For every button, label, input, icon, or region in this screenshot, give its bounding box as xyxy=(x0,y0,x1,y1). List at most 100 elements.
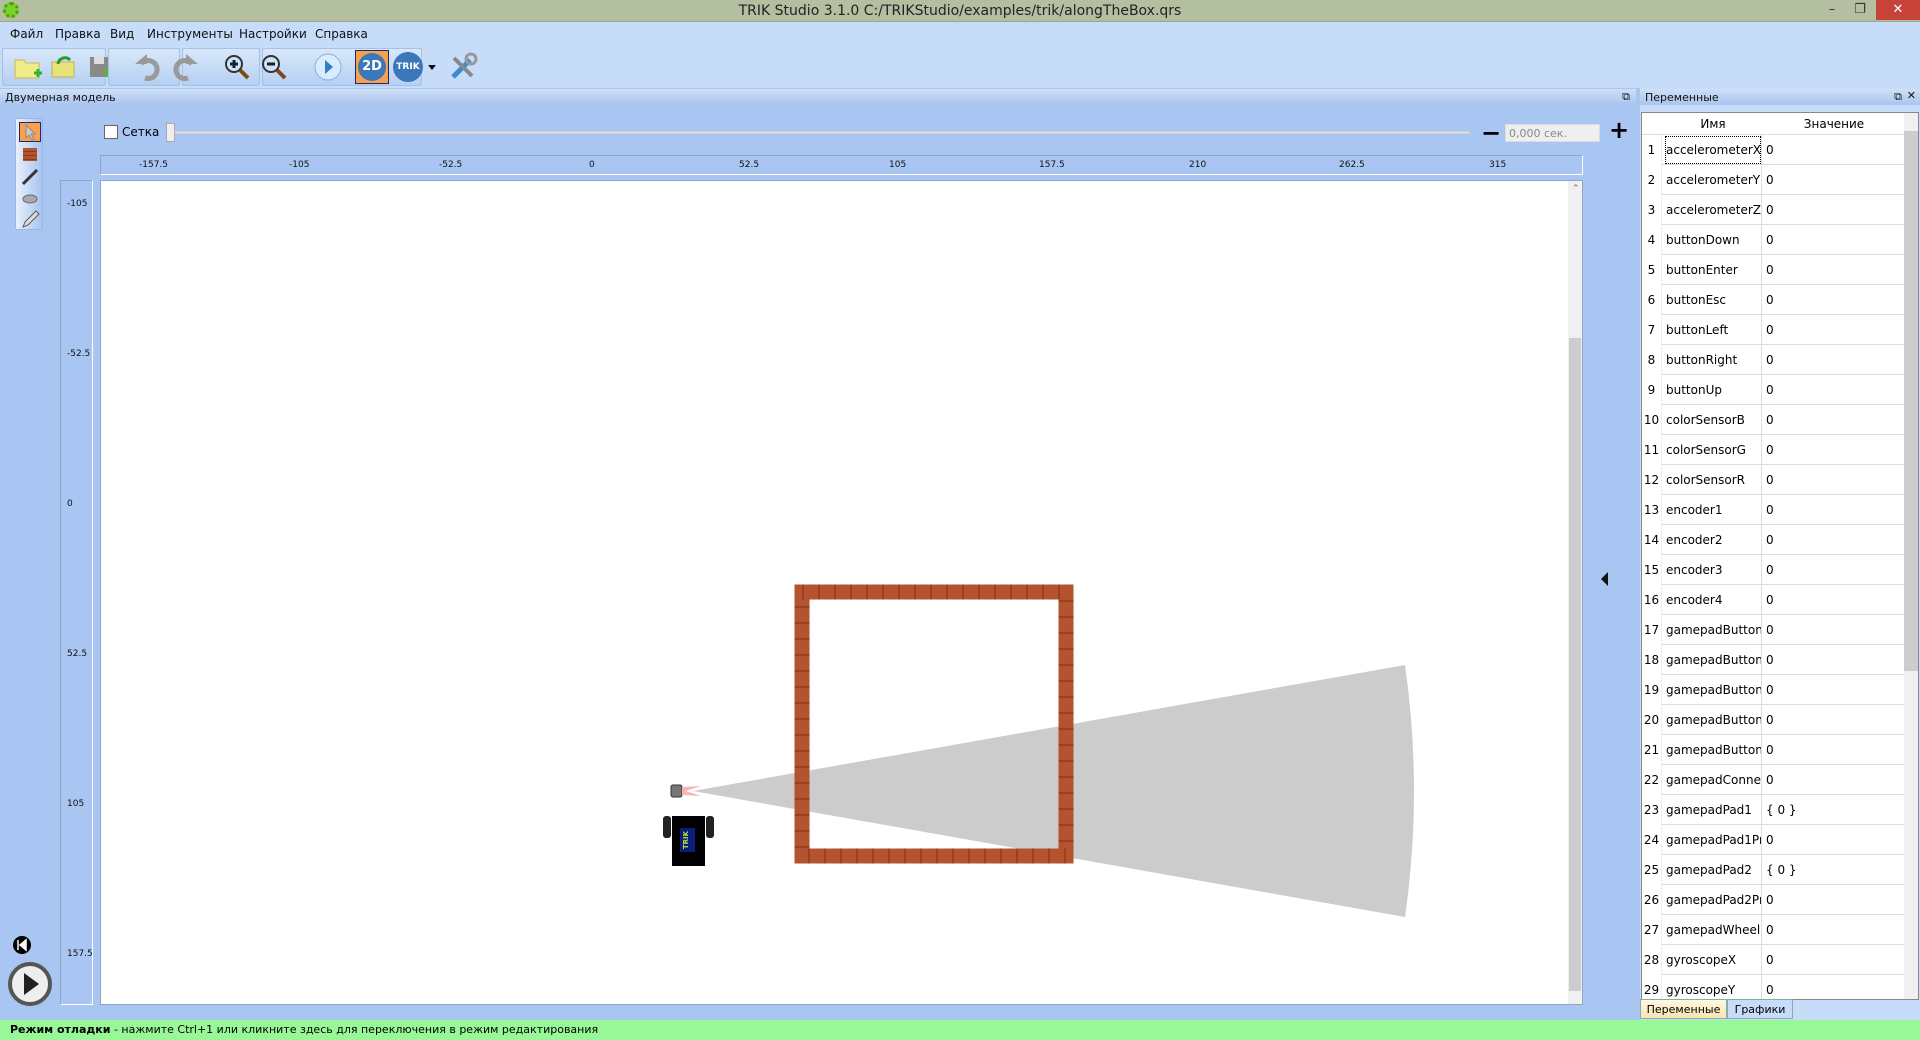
redo-icon[interactable] xyxy=(170,52,200,82)
variable-name[interactable]: gyroscopeY xyxy=(1664,975,1762,999)
variable-row[interactable]: 24gamepadPad1Pressed0 xyxy=(1642,825,1904,855)
variable-row[interactable]: 5 buttonEnter 0 xyxy=(1642,255,1904,285)
column-name-header[interactable]: Имя xyxy=(1664,117,1762,131)
close-panel-icon[interactable]: ✕ xyxy=(1907,89,1916,102)
variable-value[interactable]: 0 xyxy=(1764,435,1774,465)
variable-name[interactable]: gamepadPad2 xyxy=(1664,855,1762,885)
menu-view[interactable]: Вид xyxy=(110,27,134,41)
variable-value[interactable]: 0 xyxy=(1764,165,1774,195)
cursor-tool-icon[interactable] xyxy=(19,122,41,142)
settings-tools-icon[interactable] xyxy=(448,52,478,82)
variable-row[interactable]: 1 accelerometerX 0 xyxy=(1642,135,1904,165)
variable-value[interactable]: 0 xyxy=(1764,945,1774,975)
variable-name[interactable]: gamepadButton3 xyxy=(1664,675,1762,705)
variable-name[interactable]: gamepadPad1Pressed xyxy=(1664,825,1762,855)
play-simulation-icon[interactable] xyxy=(8,962,52,1006)
undo-icon[interactable] xyxy=(133,52,163,82)
variable-row[interactable]: 26gamepadPad2Pressed0 xyxy=(1642,885,1904,915)
variable-name[interactable]: accelerometerZ xyxy=(1664,195,1762,225)
variable-name[interactable]: encoder3 xyxy=(1664,555,1762,585)
variable-row[interactable]: 6 buttonEsc 0 xyxy=(1642,285,1904,315)
variable-name[interactable]: accelerometerY xyxy=(1664,165,1762,195)
time-field[interactable]: 0,000 сек. xyxy=(1505,124,1600,142)
variable-name[interactable]: gamepadConnected xyxy=(1664,765,1762,795)
variable-row[interactable]: 25 gamepadPad2{ 0 } xyxy=(1642,855,1904,885)
zoom-time-minus-button[interactable]: − xyxy=(1481,119,1501,147)
variable-row[interactable]: 20 gamepadButton4 0 xyxy=(1642,705,1904,735)
variable-value[interactable]: 0 xyxy=(1764,255,1774,285)
close-button[interactable]: ✕ xyxy=(1876,0,1920,20)
collapse-panel-arrow-icon[interactable] xyxy=(1601,572,1608,586)
line-tool-icon[interactable] xyxy=(19,167,41,187)
variable-value[interactable]: 0 xyxy=(1764,225,1774,255)
trik-robot[interactable]: TRIK xyxy=(663,816,714,866)
variable-value[interactable]: 0 xyxy=(1764,975,1774,999)
trik-robot-button[interactable]: TRIK xyxy=(393,52,423,82)
variable-value[interactable]: 0 xyxy=(1764,705,1774,735)
ellipse-tool-icon[interactable] xyxy=(19,189,41,209)
variable-row[interactable]: 9 buttonUp 0 xyxy=(1642,375,1904,405)
menu-tools[interactable]: Инструменты xyxy=(147,27,233,41)
variable-value[interactable]: { 0 } xyxy=(1764,795,1797,825)
grid-size-slider[interactable] xyxy=(168,131,1470,134)
robot-dropdown-icon[interactable] xyxy=(428,65,436,70)
variable-row[interactable]: 14 encoder2 0 xyxy=(1642,525,1904,555)
variable-name[interactable]: encoder2 xyxy=(1664,525,1762,555)
variable-value[interactable]: 0 xyxy=(1764,285,1774,315)
variable-name[interactable]: gamepadButton2 xyxy=(1664,645,1762,675)
variable-row[interactable]: 22gamepadConnected0 xyxy=(1642,765,1904,795)
variable-value[interactable]: 0 xyxy=(1764,135,1774,165)
2d-mode-button[interactable]: 2D xyxy=(355,50,389,84)
menu-settings[interactable]: Настройки xyxy=(239,27,307,41)
variable-row[interactable]: 2 accelerometerY 0 xyxy=(1642,165,1904,195)
float-panel-icon[interactable]: ⧉ xyxy=(1894,90,1902,104)
variable-name[interactable]: colorSensorB xyxy=(1664,405,1762,435)
variable-row[interactable]: 29 gyroscopeY 0 xyxy=(1642,975,1904,999)
save-icon[interactable] xyxy=(84,52,114,82)
variable-row[interactable]: 27 gamepadWheel 0 xyxy=(1642,915,1904,945)
variable-value[interactable]: 0 xyxy=(1764,345,1774,375)
variable-row[interactable]: 10 colorSensorB 0 xyxy=(1642,405,1904,435)
variable-name[interactable]: gamepadPad2Pressed xyxy=(1664,885,1762,915)
variable-name[interactable]: accelerometerX xyxy=(1664,135,1762,165)
menu-edit[interactable]: Правка xyxy=(55,27,101,41)
variable-name[interactable]: gamepadButton1 xyxy=(1664,615,1762,645)
variable-row[interactable]: 18 gamepadButton2 0 xyxy=(1642,645,1904,675)
variable-value[interactable]: 0 xyxy=(1764,195,1774,225)
variables-scroll-thumb[interactable] xyxy=(1904,131,1918,671)
variable-value[interactable]: 0 xyxy=(1764,555,1774,585)
variable-name[interactable]: buttonLeft xyxy=(1664,315,1762,345)
scene-canvas[interactable]: TRIK ⌃ xyxy=(100,180,1583,1005)
variable-row[interactable]: 16 encoder4 0 xyxy=(1642,585,1904,615)
variable-row[interactable]: 12 colorSensorR 0 xyxy=(1642,465,1904,495)
variable-name[interactable]: colorSensorG xyxy=(1664,435,1762,465)
variable-name[interactable]: gamepadButton5 xyxy=(1664,735,1762,765)
variable-value[interactable]: 0 xyxy=(1764,495,1774,525)
menu-file[interactable]: Файл xyxy=(10,27,43,41)
variables-scrollbar[interactable] xyxy=(1904,113,1918,999)
variable-row[interactable]: 11 colorSensorG 0 xyxy=(1642,435,1904,465)
float-dock-icon[interactable]: ⧉ xyxy=(1622,90,1630,104)
variable-row[interactable]: 17 gamepadButton1 0 xyxy=(1642,615,1904,645)
variable-value[interactable]: 0 xyxy=(1764,885,1774,915)
pencil-tool-icon[interactable] xyxy=(19,209,41,229)
variable-value[interactable]: 0 xyxy=(1764,315,1774,345)
variable-value[interactable]: 0 xyxy=(1764,645,1774,675)
variable-name[interactable]: buttonEsc xyxy=(1664,285,1762,315)
zoom-out-icon[interactable] xyxy=(259,52,289,82)
restore-button[interactable]: ❐ xyxy=(1846,0,1874,20)
menu-help[interactable]: Справка xyxy=(315,27,368,41)
variable-name[interactable]: buttonDown xyxy=(1664,225,1762,255)
status-bar[interactable]: Режим отладки - нажмите Ctrl+1 или кликн… xyxy=(0,1020,1920,1040)
variable-value[interactable]: 0 xyxy=(1764,825,1774,855)
variable-value[interactable]: 0 xyxy=(1764,465,1774,495)
variable-row[interactable]: 19 gamepadButton3 0 xyxy=(1642,675,1904,705)
variable-value[interactable]: 0 xyxy=(1764,915,1774,945)
variable-row[interactable]: 28 gyroscopeX 0 xyxy=(1642,945,1904,975)
wall-tool-icon[interactable] xyxy=(19,145,41,165)
canvas-vscrollbar[interactable]: ⌃ xyxy=(1568,181,1582,1004)
restart-icon[interactable] xyxy=(12,935,32,955)
open-icon[interactable] xyxy=(48,52,78,82)
minimize-button[interactable]: – xyxy=(1818,0,1846,20)
variable-row[interactable]: 4 buttonDown 0 xyxy=(1642,225,1904,255)
